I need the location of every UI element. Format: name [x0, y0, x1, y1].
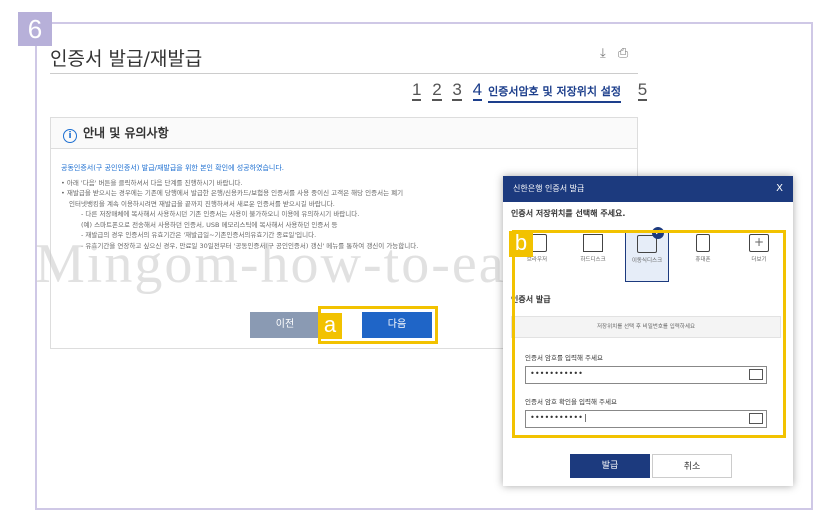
dialog-header: 신한은행 인증서 발급 X: [503, 176, 793, 202]
dialog-title: 신한은행 인증서 발급: [513, 184, 585, 193]
cancel-button[interactable]: 취소: [652, 454, 732, 478]
top-icons: ⤓ ⎙: [592, 46, 628, 61]
info-icon: i: [63, 129, 77, 143]
page-title: 인증서 발급/재발급: [50, 48, 203, 70]
current-step-label: 인증서암호 및 저장위치 설정: [488, 83, 622, 103]
download-icon[interactable]: ⤓: [600, 46, 606, 61]
step-1: 1: [412, 80, 422, 101]
step-3: 3: [452, 80, 462, 101]
step-number-badge: 6: [18, 12, 52, 46]
dialog-subtitle: 인증서 저장위치를 선택해 주세요.: [511, 209, 626, 218]
title-divider: [50, 73, 638, 74]
prev-button[interactable]: 이전: [250, 312, 320, 338]
notice-heading-text: 안내 및 유의사항: [83, 126, 169, 140]
issue-button[interactable]: 발급: [570, 454, 650, 478]
print-icon[interactable]: ⎙: [618, 46, 628, 61]
notice-lead: 공동인증서(구 공인인증서) 발급/재발급을 위한 본인 확인에 성공하였습니다…: [61, 164, 285, 172]
highlight-box-b: [512, 230, 786, 438]
step-4-current: 4: [472, 80, 483, 101]
annotation-label-a: a: [318, 313, 342, 339]
close-icon[interactable]: X: [776, 176, 783, 202]
step-2: 2: [432, 80, 442, 101]
step-indicator: 1 2 3 4 인증서암호 및 저장위치 설정 5: [412, 80, 653, 104]
step-5: 5: [637, 80, 648, 101]
annotation-label-b: b: [509, 231, 533, 257]
notice-heading: i 안내 및 유의사항: [51, 118, 637, 149]
